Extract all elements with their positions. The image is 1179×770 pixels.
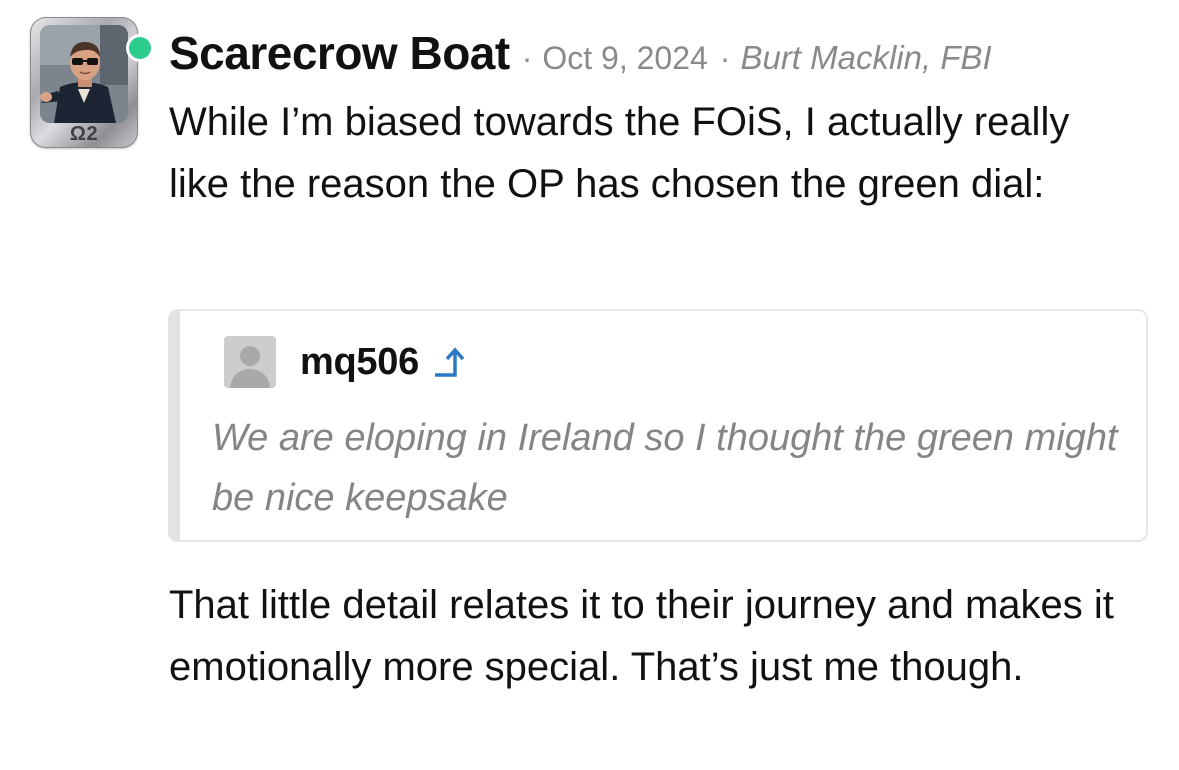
post-body-text: While I’m biased towards the FOiS, I act… bbox=[169, 100, 1070, 206]
meta-separator: · bbox=[719, 40, 731, 76]
post-date[interactable]: Oct 9, 2024 bbox=[542, 40, 707, 77]
quote-text: We are eloping in Ireland so I thought t… bbox=[212, 417, 1118, 519]
arrow-up-jump-icon[interactable] bbox=[429, 342, 469, 382]
post-username[interactable]: Scarecrow Boat bbox=[169, 26, 510, 80]
post-body-text-continued: That little detail relates it to their j… bbox=[169, 583, 1114, 689]
avatar-photo bbox=[40, 25, 128, 123]
quote-avatar[interactable] bbox=[224, 336, 276, 388]
quote-block: mq506 We are eloping in Ireland so I tho… bbox=[168, 309, 1148, 542]
forum-post: Ω2 Scarecrow Boat · Oct 9, 2024 · Burt M… bbox=[0, 0, 1179, 770]
meta-separator: · bbox=[521, 40, 533, 76]
default-user-avatar-icon bbox=[224, 336, 276, 388]
quote-author: mq506 bbox=[224, 336, 469, 388]
user-avatar[interactable]: Ω2 bbox=[30, 17, 140, 150]
quote-username[interactable]: mq506 bbox=[300, 341, 419, 384]
avatar-badge: Ω2 bbox=[69, 123, 99, 145]
online-status-indicator bbox=[129, 37, 151, 59]
avatar-photo-icon bbox=[40, 25, 128, 123]
user-title: Burt Macklin, FBI bbox=[740, 39, 992, 76]
post-header: Scarecrow Boat · Oct 9, 2024 · Burt Mack… bbox=[169, 26, 992, 86]
